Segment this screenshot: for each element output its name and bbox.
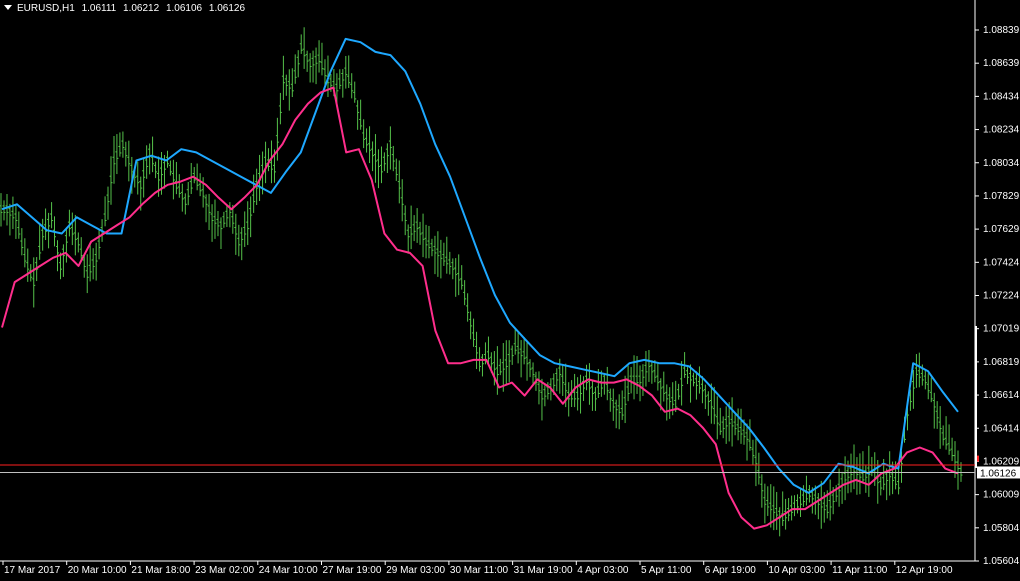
open-value: 1.06111: [81, 3, 117, 14]
y-tick-label: 1.07424: [983, 257, 1020, 268]
y-tick-label: 1.06819: [983, 357, 1020, 368]
price-chart-svg[interactable]: 1.08839 1.08639 1.08434 1.08234 1.08034 1.078…: [0, 0, 1020, 581]
y-tick-label: 1.05604: [983, 556, 1020, 567]
y-tick-label: 1.05804: [983, 523, 1020, 534]
y-tick-label: 1.06414: [983, 423, 1020, 434]
triangle-down-icon[interactable]: [4, 5, 12, 10]
y-tick-label: 1.06009: [983, 490, 1020, 501]
x-tick-label: 27 Mar 19:00: [323, 565, 382, 576]
x-tick-label: 24 Mar 10:00: [259, 565, 318, 576]
ma-slow-line: [1, 37, 959, 494]
x-tick-label: 29 Mar 03:00: [386, 565, 445, 576]
x-tick-label: 10 Apr 03:00: [768, 565, 825, 576]
high-value: 1.06212: [123, 3, 160, 14]
y-tick-label: 1.08034: [983, 158, 1020, 169]
y-tick-label: 1.08839: [983, 25, 1020, 36]
x-tick-label: 21 Mar 18:00: [131, 565, 190, 576]
symbol-header[interactable]: EURUSD,H1 1.06111 1.06212 1.06106 1.0612…: [4, 3, 249, 14]
x-tick-label: 6 Apr 19:00: [705, 565, 757, 576]
y-tick-label: 1.07224: [983, 291, 1020, 302]
x-tick-label: 11 Apr 11:00: [832, 565, 888, 576]
x-tick-label: 20 Mar 10:00: [68, 565, 127, 576]
current-price-label: 1.06126: [980, 468, 1017, 479]
x-tick-label: 4 Apr 03:00: [577, 565, 629, 576]
ma-fast-line: [1, 86, 959, 530]
x-tick-label: 12 Apr 19:00: [896, 565, 953, 576]
y-tick-label: 1.07829: [983, 191, 1020, 202]
x-tick-label: 17 Mar 2017: [4, 565, 61, 576]
x-tick-label: 31 Mar 19:00: [514, 565, 573, 576]
y-tick-label: 1.07629: [983, 224, 1020, 235]
low-value: 1.06106: [165, 3, 203, 14]
symbol-name: EURUSD,H1: [17, 3, 75, 14]
x-tick-label: 5 Apr 11:00: [641, 565, 692, 576]
y-tick-label: 1.07019: [983, 324, 1020, 335]
x-tick-label: 23 Mar 02:00: [195, 565, 254, 576]
x-tick-label: 30 Mar 11:00: [450, 565, 509, 576]
y-tick-label: 1.06209: [983, 456, 1020, 467]
chart-area[interactable]: 1.08839 1.08639 1.08434 1.08234 1.08034 1.078…: [0, 0, 1020, 581]
close-value: 1.06126: [208, 3, 246, 14]
y-tick-label: 1.08639: [983, 58, 1020, 69]
y-tick-label: 1.06614: [983, 390, 1020, 401]
y-tick-label: 1.08234: [983, 125, 1020, 136]
y-tick-label: 1.08434: [983, 91, 1020, 102]
